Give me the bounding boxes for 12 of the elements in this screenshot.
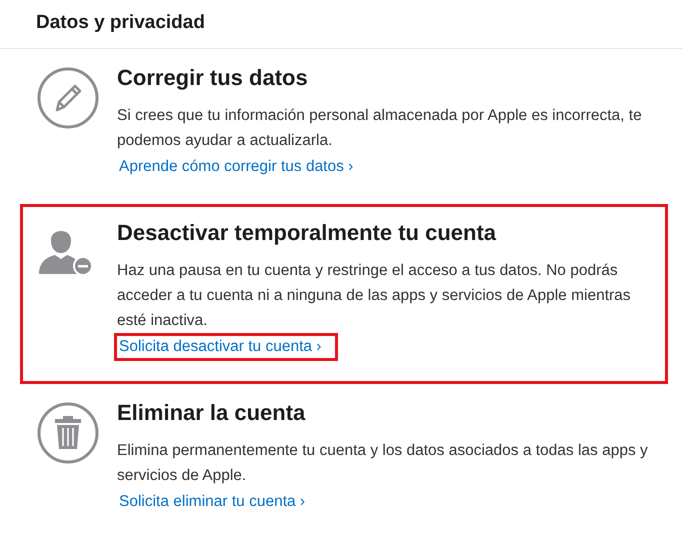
section-description: Si crees que tu información personal almacenada por Apple es incorrecta, te podemos ayudar a actualizarla. <box>117 106 643 151</box>
section-title: Eliminar la cuenta <box>117 400 306 426</box>
page-title: Datos y privacidad <box>36 12 205 33</box>
section-description: Elimina permanentemente tu cuenta y los datos asociados a todas las apps y servicios de Apple. <box>117 441 649 486</box>
trash-icon <box>37 402 99 464</box>
section-link[interactable]: Aprende cómo corregir tus datos › <box>114 153 358 181</box>
section-link[interactable]: Solicita eliminar tu cuenta › <box>114 488 310 516</box>
pencil-icon <box>37 67 99 129</box>
section-title: Corregir tus datos <box>117 65 308 91</box>
section-link[interactable]: Solicita desactivar tu cuenta › <box>114 333 338 361</box>
section-title: Desactivar temporalmente tu cuenta <box>117 220 496 246</box>
section-description: Haz una pausa en tu cuenta y restringe el acceso a tus datos. No podrás acceder a tu cuenta ni a ninguna de las apps y servicios de Apple mientras esté inactiva. <box>117 261 632 331</box>
